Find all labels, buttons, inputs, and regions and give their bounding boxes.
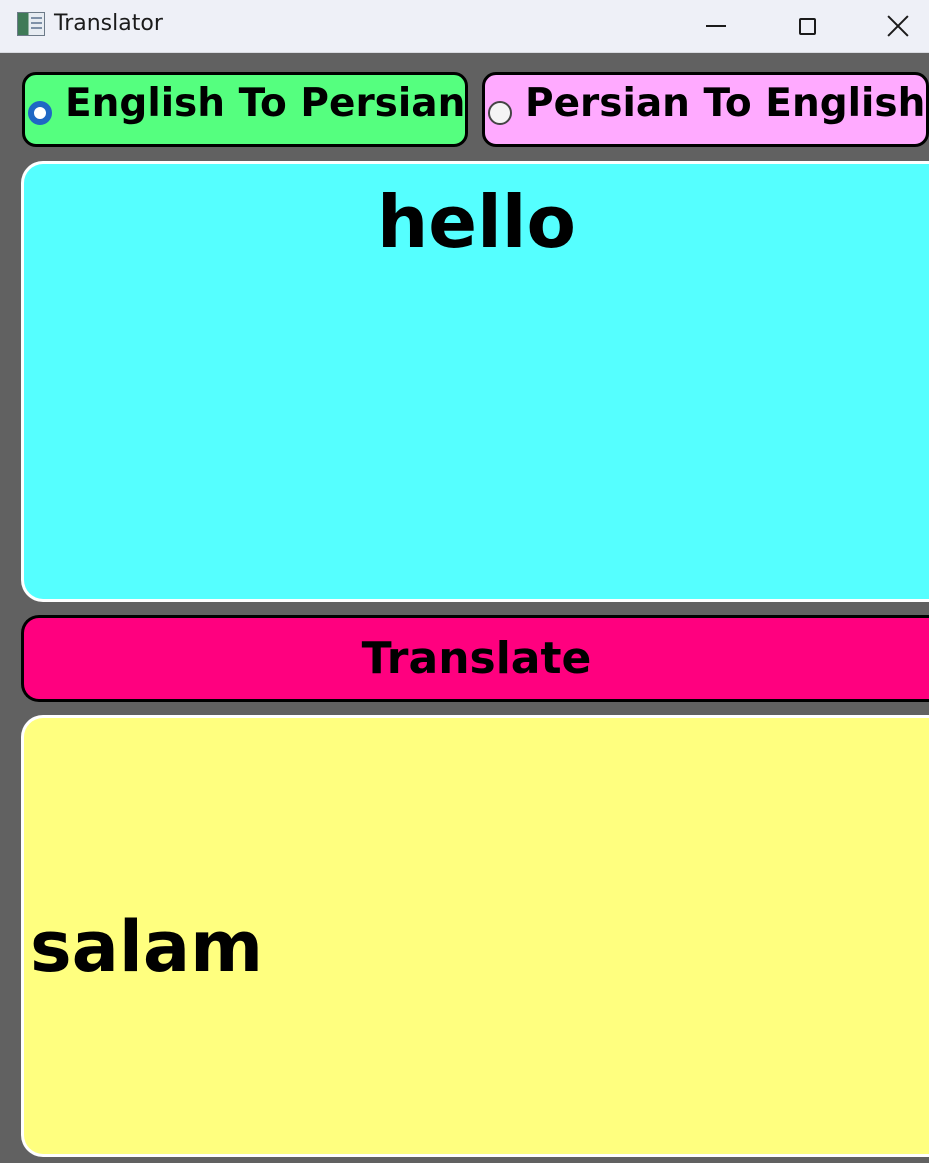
minimize-button[interactable] (685, 0, 747, 52)
window-title: Translator (54, 11, 163, 36)
translation-value: salam (30, 906, 264, 988)
radio-unchecked-icon[interactable] (488, 101, 512, 125)
close-button[interactable] (867, 0, 929, 52)
translate-button[interactable]: Translate (21, 615, 929, 702)
english-to-persian-radio[interactable]: English To Persian (22, 72, 468, 147)
persian-to-english-label[interactable]: Persian To English (525, 81, 925, 126)
persian-to-english-radio[interactable]: Persian To English (482, 72, 929, 147)
source-text-input[interactable]: hello (21, 161, 929, 602)
translator-window: Translator English To Persian Persian To… (0, 0, 929, 1163)
english-to-persian-label[interactable]: English To Persian (65, 81, 465, 126)
source-text-value[interactable]: hello (24, 186, 929, 258)
app-window-icon (17, 12, 45, 36)
translation-output[interactable]: salam (21, 715, 929, 1157)
minimize-icon (706, 25, 726, 27)
maximize-icon (798, 17, 816, 35)
close-icon (887, 15, 909, 37)
maximize-button[interactable] (776, 0, 838, 52)
radio-checked-icon[interactable] (28, 101, 52, 125)
title-bar[interactable]: Translator (0, 0, 929, 53)
